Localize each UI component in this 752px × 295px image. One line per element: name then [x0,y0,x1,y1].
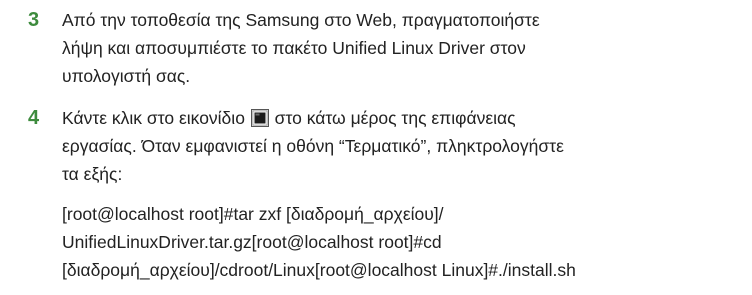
step-number: 3 [28,9,40,31]
text-after-icon: στο κάτω μέρος της επιφάνειας [269,108,516,128]
step-number: 4 [28,107,40,129]
step-paragraph: Κάντε κλικ στο εικονίδιο στο κάτω μέρος … [62,104,742,188]
command-line: [διαδρομή_αρχείου]/cdroot/Linux[root@loc… [62,260,576,280]
command-line: UnifiedLinuxDriver.tar.gz[root@localhost… [62,232,442,252]
text-line: Από την τοποθεσία της Samsung στο Web, π… [62,10,540,30]
step-text: Από την τοποθεσία της Samsung στο Web, π… [62,6,742,90]
command-line: [root@localhost root]#tar zxf [διαδρομή_… [62,204,444,224]
text-line: τα εξής: [62,164,123,184]
text-line: υπολογιστή σας. [62,66,191,86]
text-line: λήψη και αποσυμπιέστε το πακέτο Unified … [62,38,526,58]
text-before-icon: Κάντε κλικ στο εικονίδιο [62,108,250,128]
text-line-with-icon: Κάντε κλικ στο εικονίδιο στο κάτω μέρος … [62,104,742,132]
step-paragraph: Από την τοποθεσία της Samsung στο Web, π… [62,6,742,90]
step-text: Κάντε κλικ στο εικονίδιο στο κάτω μέρος … [62,104,742,284]
terminal-icon [250,107,269,127]
command-block: [root@localhost root]#tar zxf [διαδρομή_… [62,200,742,284]
text-line: εργασίας. Όταν εμφανιστεί η οθόνη “Τερμα… [62,136,564,156]
